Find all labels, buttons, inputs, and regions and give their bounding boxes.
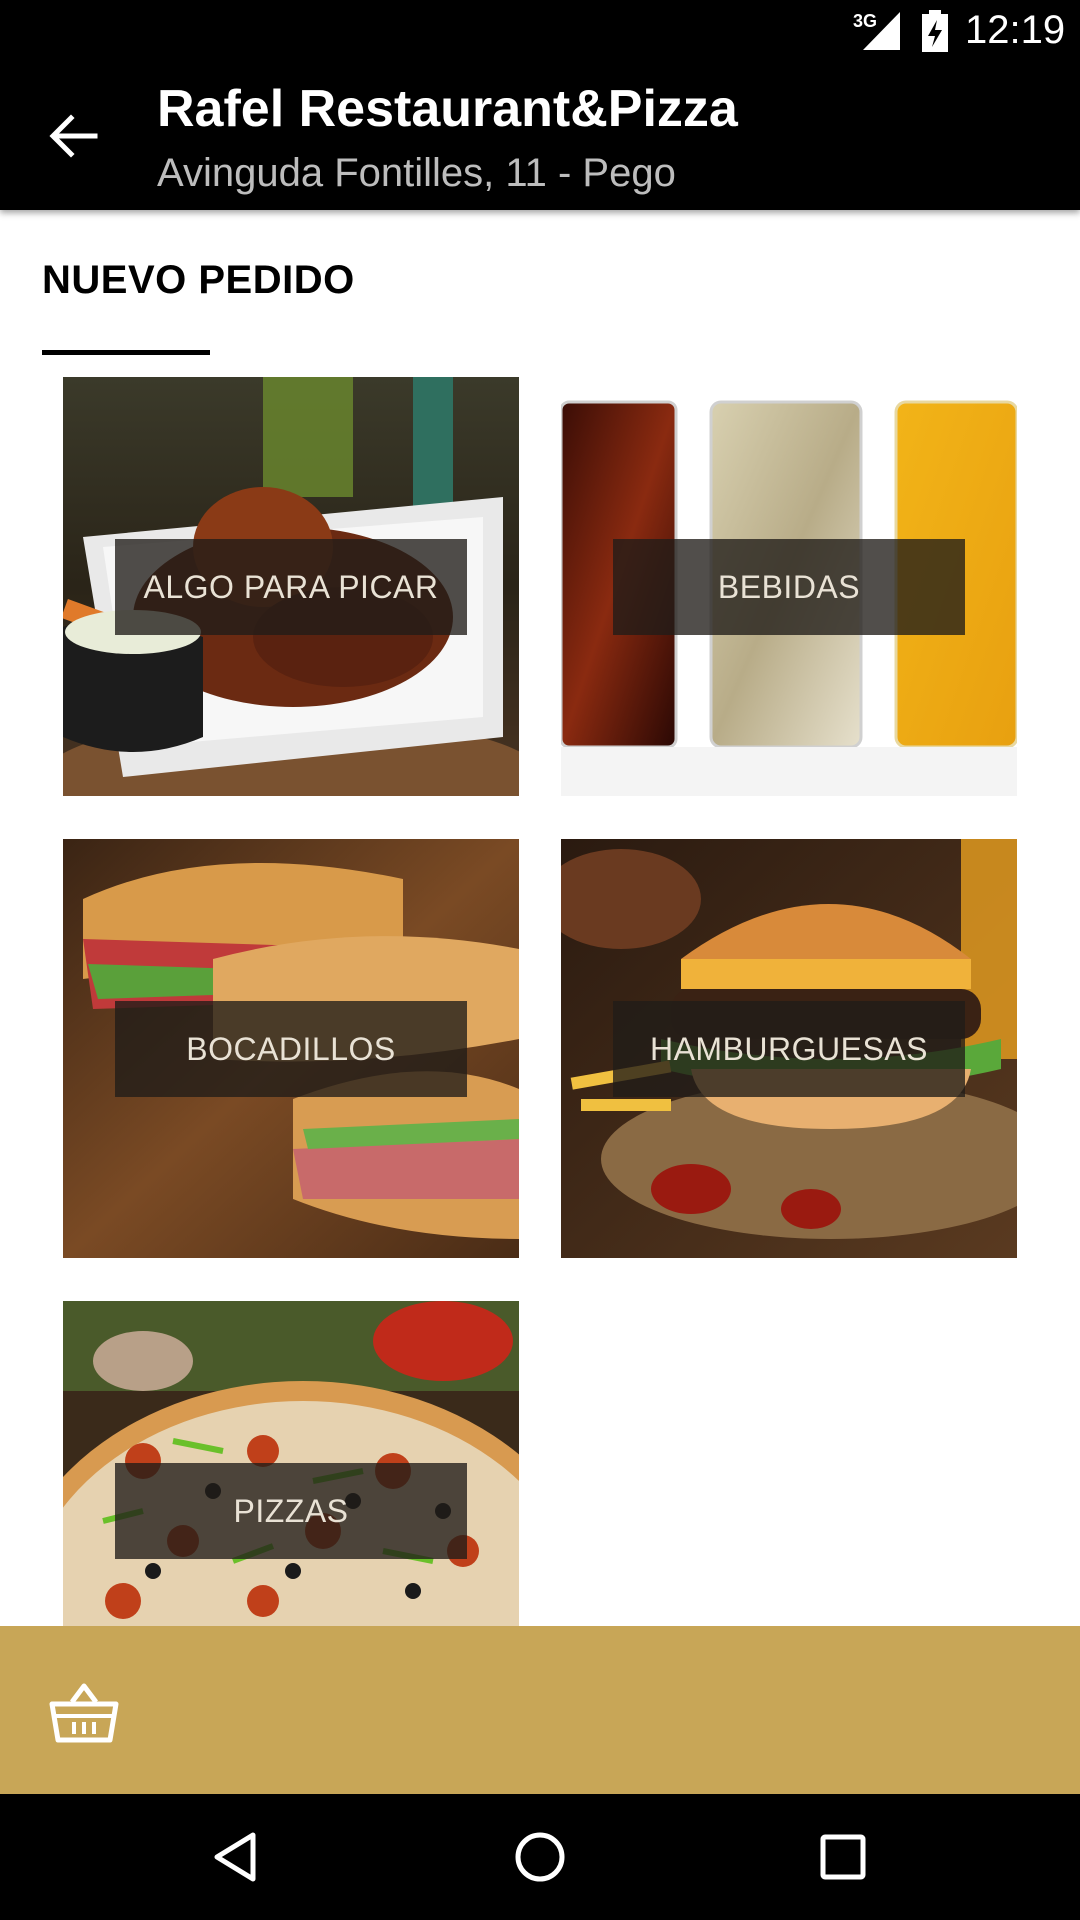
nav-home-icon[interactable] [512, 1829, 568, 1885]
section-underline [42, 350, 210, 355]
basket-bar [0, 1626, 1080, 1794]
category-label: ALGO PARA PICAR [115, 539, 467, 635]
restaurant-title: Rafel Restaurant&Pizza [157, 80, 738, 138]
category-tile-bebidas[interactable]: BEBIDAS [561, 377, 1017, 796]
category-tile-bocadillos[interactable]: BOCADILLOS [63, 839, 519, 1258]
restaurant-address: Avinguda Fontilles, 11 - Pego [157, 151, 676, 195]
basket-icon[interactable] [48, 1680, 120, 1746]
system-nav-bar [0, 1794, 1080, 1920]
category-label: HAMBURGUESAS [613, 1001, 965, 1097]
nav-back-icon[interactable] [209, 1829, 265, 1885]
category-label: PIZZAS [115, 1463, 467, 1559]
nav-recents-icon[interactable] [815, 1829, 871, 1885]
category-tile-pizzas[interactable]: PIZZAS [63, 1301, 519, 1626]
category-label: BOCADILLOS [115, 1001, 467, 1097]
status-bar: 3G 12:19 [0, 0, 1080, 63]
signal-icon [863, 12, 900, 50]
back-arrow-icon[interactable] [45, 108, 101, 164]
section-title: NUEVO PEDIDO [42, 258, 355, 302]
category-tile-algo-para-picar[interactable]: ALGO PARA PICAR [63, 377, 519, 796]
clock: 12:19 [965, 8, 1066, 52]
battery-charging-icon [922, 10, 948, 52]
category-label: BEBIDAS [613, 539, 965, 635]
category-tile-hamburguesas[interactable]: HAMBURGUESAS [561, 839, 1017, 1258]
app-bar: Rafel Restaurant&Pizza Avinguda Fontille… [0, 63, 1080, 210]
